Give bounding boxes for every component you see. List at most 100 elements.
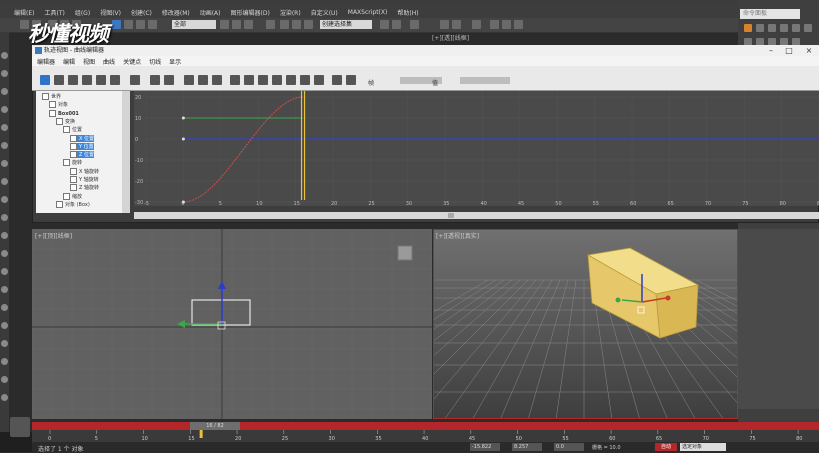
snap-frames-icon[interactable]: [212, 75, 222, 85]
tool-icon[interactable]: [1, 340, 8, 347]
gizmo-x-handle[interactable]: [665, 295, 671, 301]
angle-snap-icon[interactable]: [292, 20, 301, 29]
tangent-step-icon[interactable]: [286, 75, 296, 85]
tree-node[interactable]: 旋转: [63, 159, 82, 167]
tool-icon[interactable]: [1, 214, 8, 221]
named-selection-dropdown[interactable]: 创建选择集: [320, 20, 372, 29]
tool-icon[interactable]: [1, 268, 8, 275]
tool-icon[interactable]: [1, 376, 8, 383]
pivot-center-icon[interactable]: [266, 20, 275, 29]
menu-item[interactable]: 动画(A): [200, 8, 221, 17]
move-keys-icon[interactable]: [40, 75, 50, 85]
utilities-tab-icon[interactable]: [804, 24, 812, 32]
top-viewport[interactable]: [32, 229, 432, 419]
move-icon[interactable]: [220, 20, 229, 29]
tool-icon[interactable]: [1, 232, 8, 239]
coord-x-field[interactable]: -15.822: [470, 443, 500, 451]
retime-icon[interactable]: [96, 75, 106, 85]
coord-y-field[interactable]: 8.257: [512, 443, 542, 451]
tree-node[interactable]: 变换: [56, 117, 75, 125]
tool-icon[interactable]: [1, 394, 8, 401]
tool-icon[interactable]: [1, 52, 8, 59]
tree-node[interactable]: X 位置: [70, 134, 95, 142]
selection-filter-dropdown[interactable]: 全部: [172, 20, 216, 29]
tangent-spline-icon[interactable]: [244, 75, 254, 85]
tool-icon[interactable]: [1, 88, 8, 95]
value-field[interactable]: [460, 77, 510, 84]
modify-tab-icon[interactable]: [756, 24, 764, 32]
gizmo-y-handle[interactable]: [615, 297, 621, 303]
viewport-layout-icon[interactable]: [10, 417, 30, 437]
menu-item[interactable]: 工具(T): [44, 8, 64, 17]
curve-editor-menu-item[interactable]: 编辑器: [37, 57, 55, 66]
region-keys-icon[interactable]: [82, 75, 92, 85]
close-button[interactable]: ×: [800, 45, 818, 56]
snap-toggle-icon[interactable]: [280, 20, 289, 29]
align-icon[interactable]: [392, 20, 401, 29]
layer-explorer-icon[interactable]: [410, 20, 419, 29]
curve-editor-menu-item[interactable]: 显示: [169, 57, 181, 66]
menu-item[interactable]: 渲染(R): [280, 8, 301, 17]
tangent-auto-icon[interactable]: [230, 75, 240, 85]
tool-icon[interactable]: [1, 178, 8, 185]
tree-node[interactable]: Y 轴旋转: [70, 176, 99, 183]
menu-item[interactable]: 视图(V): [100, 8, 121, 17]
tool-icon[interactable]: [1, 124, 8, 131]
viewcube-icon[interactable]: [397, 245, 413, 261]
tree-node[interactable]: Z 位置: [70, 151, 95, 159]
perspective-viewport-label[interactable]: [+][透视][真实]: [436, 231, 479, 240]
tree-node[interactable]: 对象 (Box): [56, 200, 90, 208]
tree-node[interactable]: 世界: [42, 93, 61, 100]
tree-node[interactable]: 缩放: [63, 192, 82, 200]
curve-editor-menu-item[interactable]: 编辑: [63, 57, 75, 66]
box-outline[interactable]: [191, 299, 251, 326]
tool-icon[interactable]: [1, 106, 8, 113]
lock-tangents-icon[interactable]: [346, 75, 356, 85]
tool-icon[interactable]: [1, 304, 8, 311]
time-slider-thumb[interactable]: 16 / 82: [190, 422, 240, 430]
tree-node[interactable]: 对象: [49, 101, 68, 109]
menu-item[interactable]: 编辑(E): [14, 8, 34, 17]
select-by-name-icon[interactable]: [124, 20, 133, 29]
scale-icon[interactable]: [244, 20, 253, 29]
tangent-fast-icon[interactable]: [258, 75, 268, 85]
hierarchy-tab-icon[interactable]: [768, 24, 776, 32]
track-bar[interactable]: 0 5 10 15 20 25 30 35 40 45 50 55 60 65 70 75 80: [32, 430, 819, 442]
menu-item[interactable]: 组(G): [75, 8, 90, 17]
material-editor-icon[interactable]: [472, 20, 481, 29]
tool-icon[interactable]: [1, 250, 8, 257]
rectangular-selection-icon[interactable]: [136, 20, 145, 29]
tool-icon[interactable]: [1, 160, 8, 167]
curve-editor-menu-item[interactable]: 曲线: [103, 57, 115, 66]
zoom-icon[interactable]: [184, 75, 194, 85]
tool-icon[interactable]: [1, 196, 8, 203]
menu-item[interactable]: 自定义(U): [311, 8, 338, 17]
auto-key-button[interactable]: 自动: [655, 443, 677, 451]
menu-item[interactable]: 图形编辑器(D): [231, 8, 270, 17]
command-search-input[interactable]: 命令面板: [740, 9, 800, 19]
minimize-button[interactable]: –: [762, 45, 780, 56]
motion-tab-icon[interactable]: [780, 24, 788, 32]
tool-icon[interactable]: [1, 142, 8, 149]
tool-icon[interactable]: [1, 286, 8, 293]
draw-curves-icon[interactable]: [54, 75, 64, 85]
selection-set-dropdown[interactable]: 选定对象: [680, 443, 726, 451]
time-slider-track[interactable]: [32, 422, 819, 430]
percent-snap-icon[interactable]: [304, 20, 313, 29]
tree-node[interactable]: X 轴旋转: [70, 167, 99, 175]
mirror-icon[interactable]: [380, 20, 389, 29]
menu-item[interactable]: MAXScript(X): [348, 9, 388, 16]
tangent-slow-icon[interactable]: [272, 75, 282, 85]
menu-item[interactable]: 创建(C): [131, 8, 152, 17]
curve-editor-menu-item[interactable]: 切线: [149, 57, 161, 66]
graph-horizontal-scrollbar[interactable]: [134, 212, 819, 219]
graph-scroll-thumb[interactable]: [448, 213, 454, 218]
slide-keys-icon[interactable]: [110, 75, 120, 85]
top-viewport-label[interactable]: [+][顶][线框]: [35, 231, 72, 240]
current-frame-marker[interactable]: [199, 430, 203, 438]
schematic-view-icon[interactable]: [452, 20, 461, 29]
tree-node[interactable]: Y 位置: [70, 142, 94, 150]
render-icon[interactable]: [514, 20, 523, 29]
tangent-smooth-icon[interactable]: [314, 75, 324, 85]
curve-editor-menu-item[interactable]: 关键点: [123, 57, 141, 66]
